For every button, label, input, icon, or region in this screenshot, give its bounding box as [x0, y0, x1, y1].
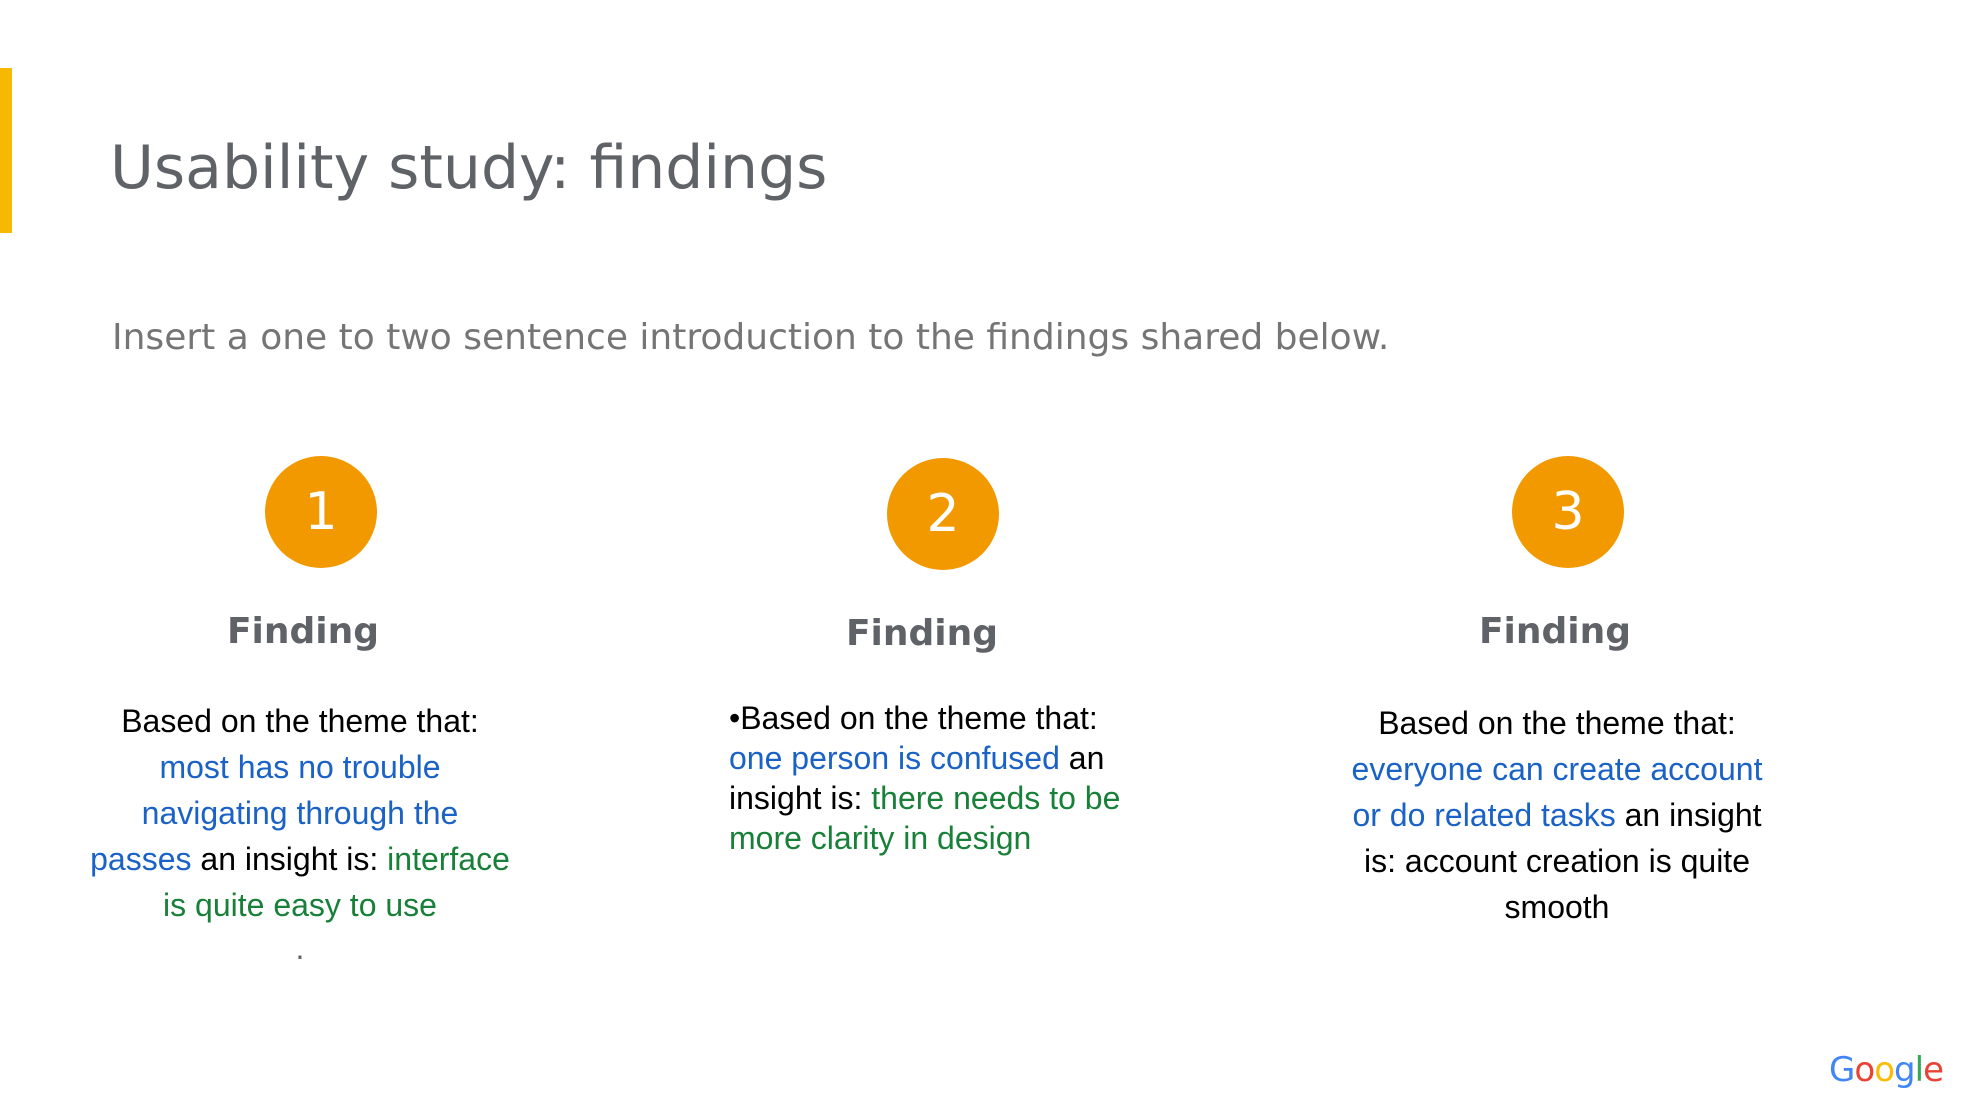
finding-heading: Finding [1478, 611, 1632, 652]
finding-number-badge: 2 [887, 458, 999, 570]
finding-theme: one person is confused [729, 740, 1060, 776]
finding-description: •Based on the theme that: one person is … [729, 698, 1169, 858]
finding-prefix: Based on the theme that: [121, 703, 479, 739]
finding-number-badge: 3 [1512, 456, 1624, 568]
google-logo: Google [1829, 1050, 1944, 1090]
finding-prefix: •Based on the theme that: [729, 700, 1098, 736]
finding-prefix: Based on the theme that: [1378, 705, 1736, 741]
finding-heading: Finding [845, 613, 999, 654]
trailing-period: . [295, 930, 305, 966]
finding-description: Based on the theme that: most has no tro… [90, 698, 510, 968]
finding-description: Based on the theme that: everyone can cr… [1337, 700, 1777, 930]
finding-number-badge: 1 [265, 456, 377, 568]
intro-text: Insert a one to two sentence introductio… [112, 317, 1390, 358]
page-title: Usability study: findings [110, 133, 828, 203]
finding-heading: Finding [226, 611, 380, 652]
finding-connector: an insight is: [200, 841, 379, 877]
accent-bar [0, 68, 12, 233]
